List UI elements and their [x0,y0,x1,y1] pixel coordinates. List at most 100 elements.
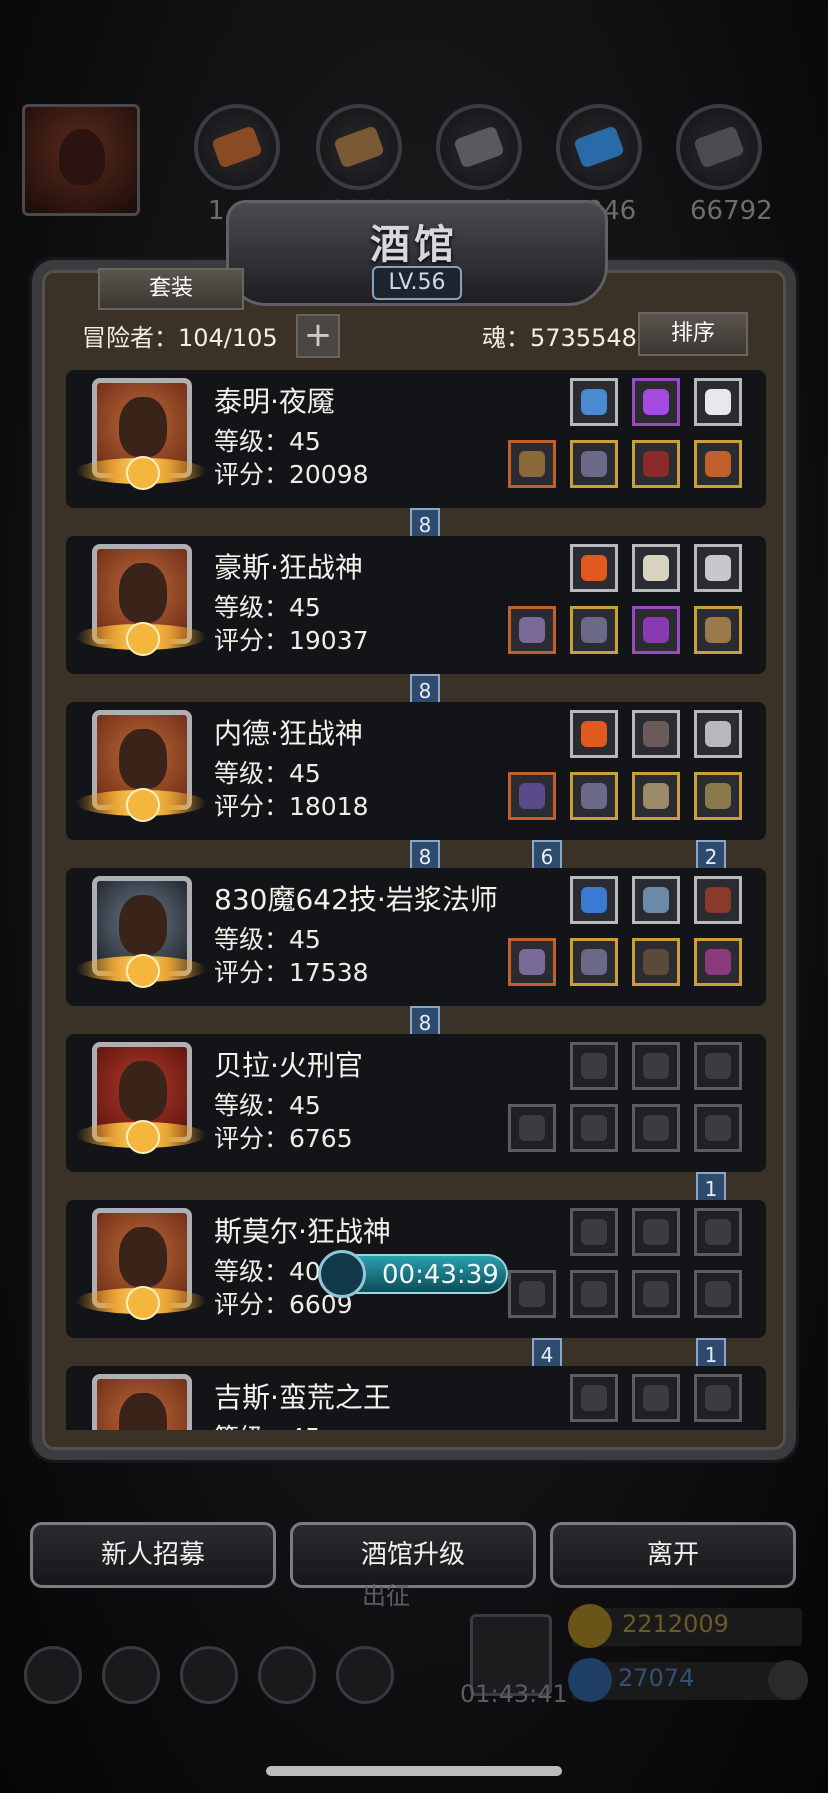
hero-face [119,1227,167,1287]
hero-card[interactable]: 830魔642技·岩浆法师 等级：45 评分：17538 [66,868,766,1006]
equipment-art [581,1053,607,1079]
purple-gem-icon[interactable] [632,378,680,426]
rank-star-icon [126,456,160,490]
hero-avatar[interactable] [92,1374,192,1430]
hero-card[interactable]: 豪斯·狂战神 等级：45 评分：19037 [66,536,766,674]
tavern-refresh-timer: 00:43:39 [318,1250,508,1298]
empty-axe-icon[interactable] [508,1270,556,1318]
clock-icon [318,1250,366,1298]
tavern-level-badge: LV.56 [372,266,462,300]
gate-icon[interactable] [180,1646,238,1704]
equipment-art [705,783,731,809]
sort-button[interactable]: 排序 [638,312,748,356]
club-icon[interactable] [694,606,742,654]
handshake-icon[interactable] [336,1646,394,1704]
home-indicator[interactable] [266,1766,562,1776]
hero-name: 泰明·夜魇 [214,385,335,418]
equipment-art [643,617,669,643]
suit-tab-button[interactable]: 套装 [98,268,244,310]
leather-resource[interactable] [194,104,280,190]
medal-icon[interactable] [694,440,742,488]
equipment-art [519,451,545,477]
equipment-art [705,1219,731,1245]
empty-axe-icon[interactable] [508,1104,556,1152]
fang-icon[interactable] [694,710,742,758]
wood-resource[interactable] [316,104,402,190]
tome-icon[interactable] [694,938,742,986]
hero-card[interactable]: 吉斯·蛮荒之王等级：45 [66,1366,766,1430]
empty-drop-icon[interactable] [570,1042,618,1090]
bracer-icon[interactable] [694,772,742,820]
hero-face [119,895,167,955]
rank-star-icon [126,954,160,988]
empty-hourglass-icon[interactable] [694,1042,742,1090]
armor-icon[interactable] [570,440,618,488]
wand-icon[interactable] [694,876,742,924]
equipment-art [581,1281,607,1307]
hero-card[interactable]: 贝拉·火刑官 等级：45 评分：6765 [66,1034,766,1172]
amulet-icon[interactable] [632,606,680,654]
hero-name: 吉斯·蛮荒之王 [214,1381,391,1414]
equipment-art [519,1281,545,1307]
upgrade-tavern-button[interactable]: 酒馆升级 [290,1522,536,1588]
orb-icon[interactable] [570,876,618,924]
add-gems-button[interactable] [768,1660,808,1700]
armor-icon[interactable] [570,772,618,820]
empty-drop-icon[interactable] [570,1374,618,1422]
empty-hourglass-icon[interactable] [632,1042,680,1090]
equipment-art [643,389,669,415]
mace-icon[interactable] [508,772,556,820]
cloak-icon[interactable] [632,938,680,986]
blue-gem-icon[interactable] [570,378,618,426]
empty-drop-icon[interactable] [570,1208,618,1256]
skull-icon[interactable] [632,544,680,592]
settings-gear-icon[interactable] [24,1646,82,1704]
feather-icon[interactable] [694,378,742,426]
recruit-button[interactable]: 新人招募 [30,1522,276,1588]
rune-icon[interactable] [694,544,742,592]
equipment-art [643,1385,669,1411]
helmet-icon[interactable] [632,772,680,820]
empty-hourglass-icon[interactable] [694,1208,742,1256]
empty-ring-icon[interactable] [632,1270,680,1318]
staff-icon[interactable] [508,938,556,986]
leave-button[interactable]: 离开 [550,1522,796,1588]
empty-ring-icon[interactable] [694,1104,742,1152]
equipment-art [519,1115,545,1141]
equipment-art [705,949,731,975]
stone-resource[interactable] [676,104,762,190]
necklace-icon[interactable] [632,876,680,924]
badge-icon[interactable] [102,1646,160,1704]
empty-hourglass-icon[interactable] [632,1374,680,1422]
ring-icon[interactable] [632,440,680,488]
equipment-art [581,1115,607,1141]
crystal-icon [573,125,625,169]
equipment-art [581,887,607,913]
empty-ring-icon[interactable] [632,1104,680,1152]
fire-icon[interactable] [570,710,618,758]
empty-armor-icon[interactable] [570,1104,618,1152]
fire-icon[interactable] [570,544,618,592]
claw-icon[interactable] [632,710,680,758]
hero-card[interactable]: 泰明·夜魇 等级：45 评分：20098 [66,370,766,508]
rank-star-icon [126,1286,160,1320]
hero-card[interactable]: 内德·狂战神 等级：45 评分：18018 [66,702,766,840]
crystal-resource[interactable] [556,104,642,190]
empty-armor-icon[interactable] [570,1270,618,1318]
staff-icon[interactable] [508,606,556,654]
add-adventurer-slot-button[interactable]: + [296,314,340,358]
armor-icon[interactable] [570,606,618,654]
spear-icon[interactable] [508,440,556,488]
mail-icon[interactable] [258,1646,316,1704]
armor-icon[interactable] [570,938,618,986]
hero-score: 评分：18018 [214,792,369,821]
empty-hourglass-icon[interactable] [694,1374,742,1422]
empty-ring-icon[interactable] [694,1270,742,1318]
hero-face [119,729,167,789]
empty-hourglass-icon[interactable] [632,1208,680,1256]
stone-icon [693,125,745,169]
adventurer-count: 冒险者：104/105 [82,324,278,352]
iron-resource[interactable] [436,104,522,190]
hero-level: 等级：45 [214,925,321,954]
equipment-art [643,721,669,747]
